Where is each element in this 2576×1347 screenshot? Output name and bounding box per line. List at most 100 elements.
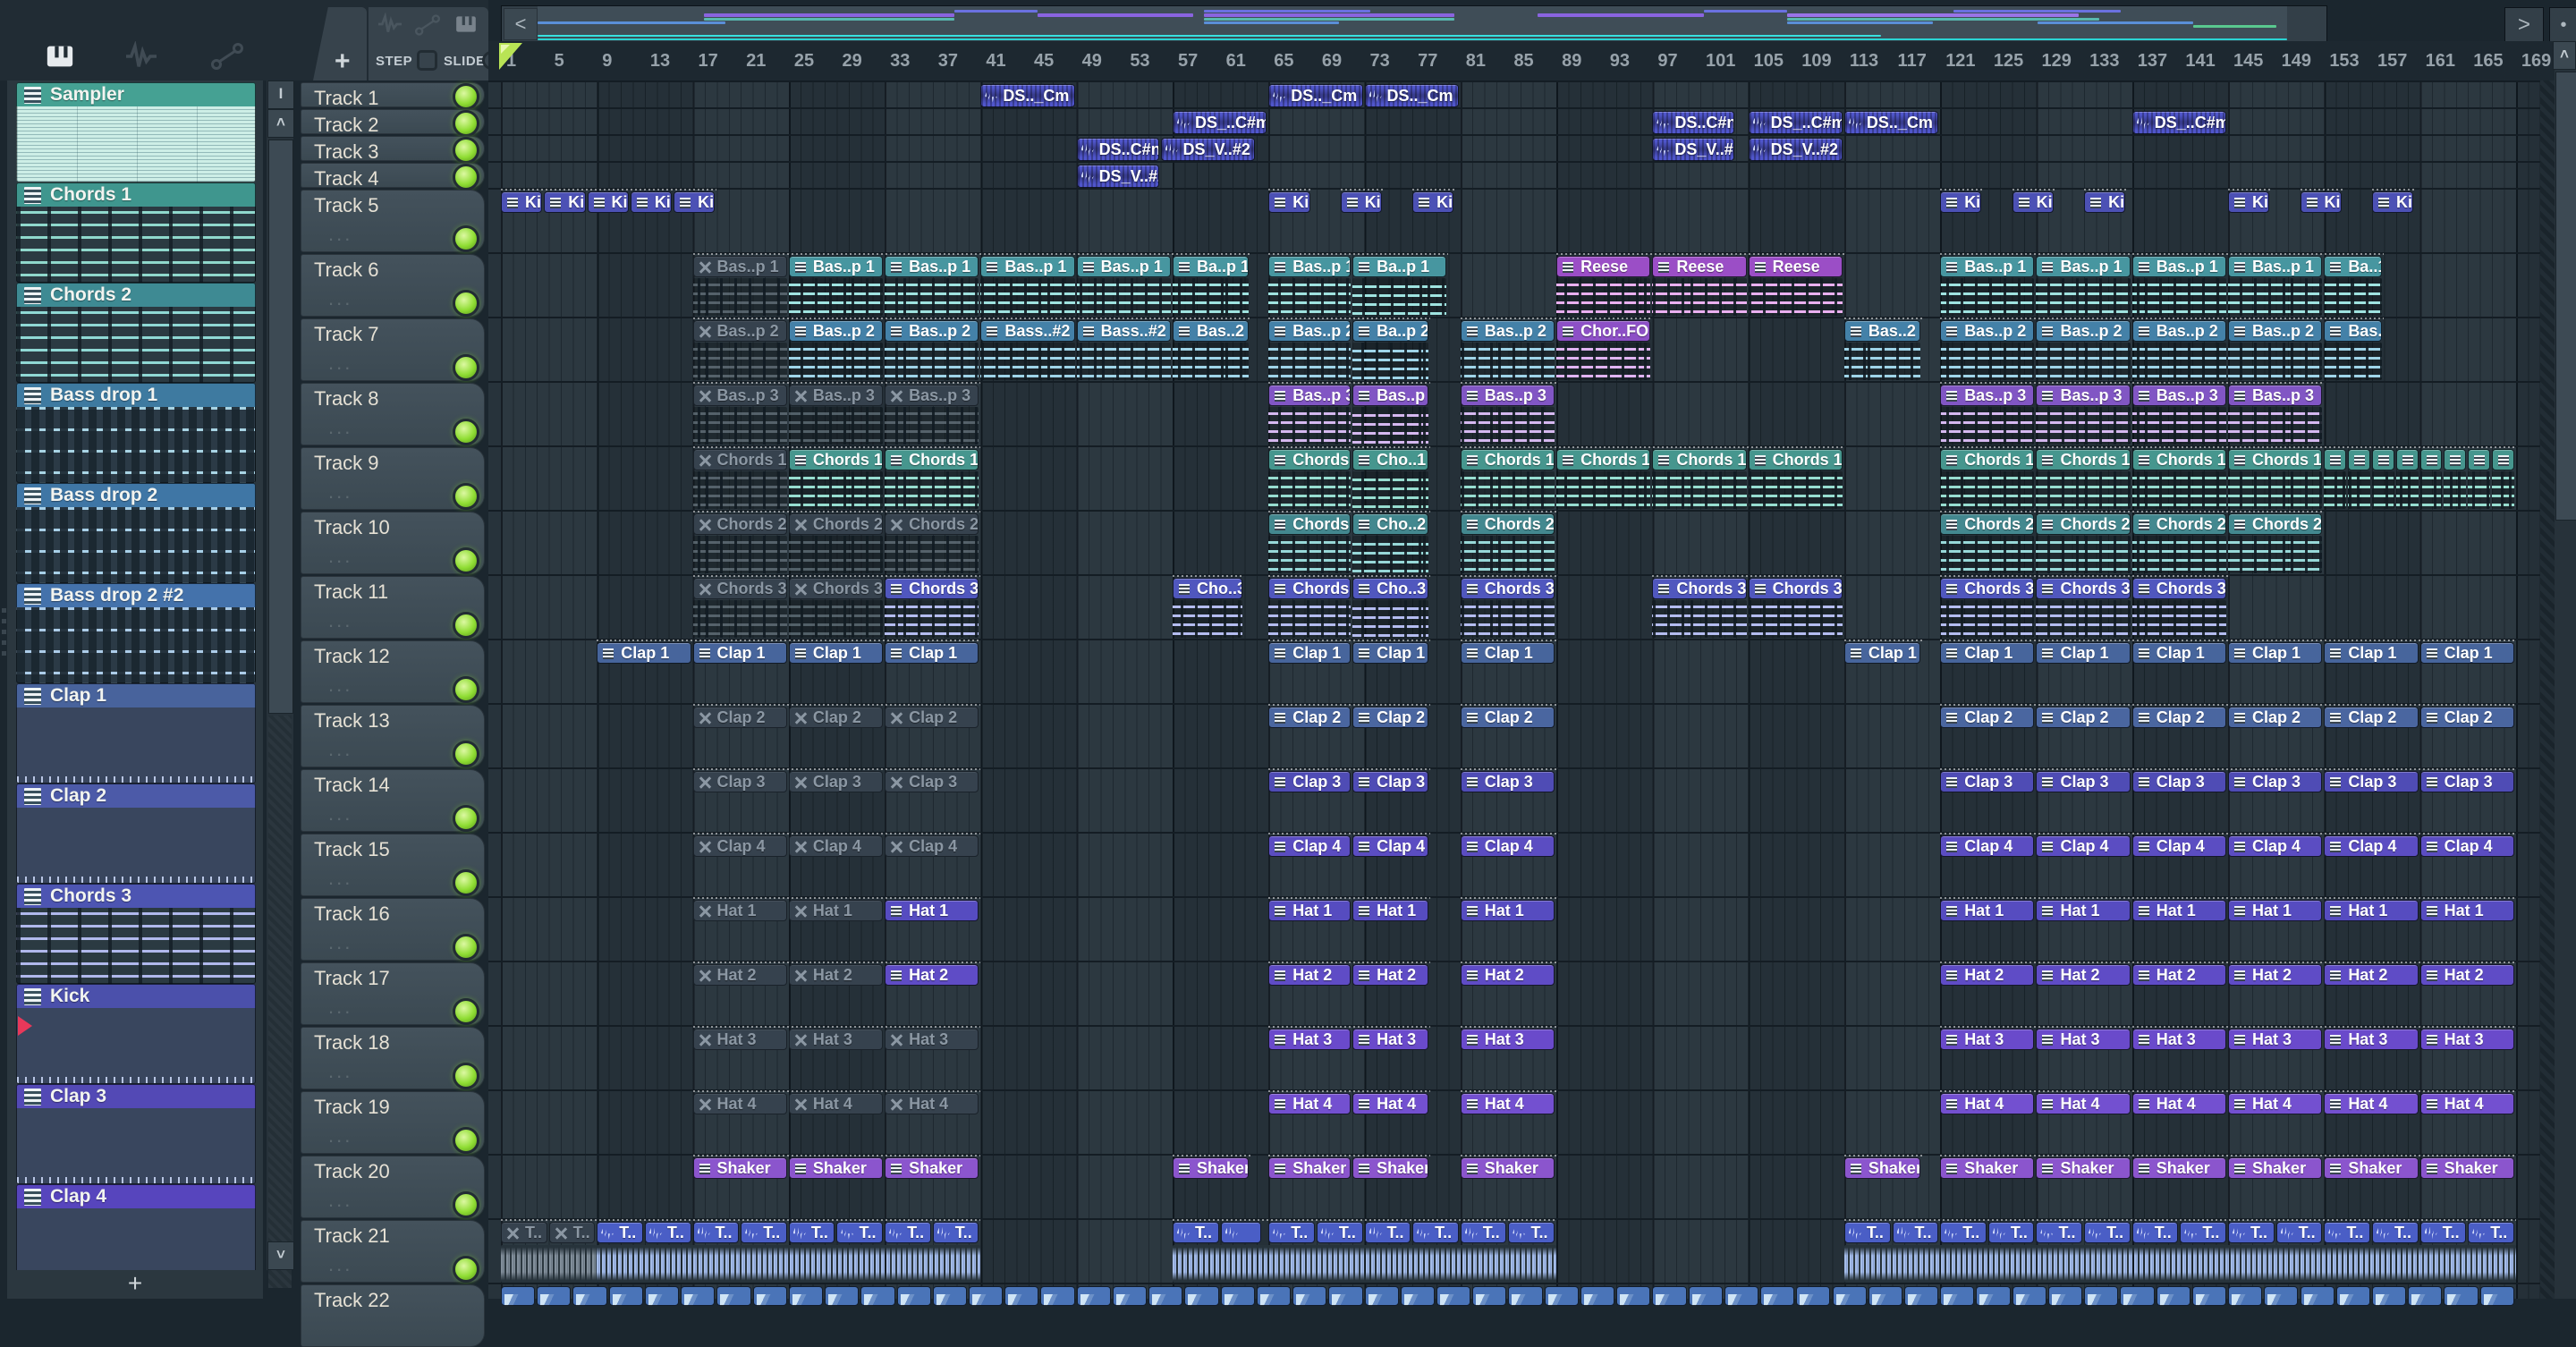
track-options-dots[interactable]: ... bbox=[328, 545, 352, 568]
muted-pattern-clip[interactable]: Clap 3 bbox=[692, 771, 787, 792]
pattern-clip[interactable]: Bas..p 2 bbox=[885, 320, 979, 342]
audio-clip[interactable]: T.. bbox=[2180, 1222, 2227, 1243]
audio-clip[interactable]: T.. bbox=[836, 1222, 884, 1243]
track-options-dots[interactable]: ... bbox=[328, 223, 352, 246]
pattern-clip[interactable]: Bas..p 2 bbox=[1940, 320, 2035, 342]
pattern-header[interactable]: Kick bbox=[16, 984, 256, 1008]
audio-clip[interactable]: DS_V..#2 bbox=[1748, 138, 1843, 161]
track-options-dots[interactable]: ... bbox=[328, 738, 352, 761]
pattern-clip[interactable]: Chords 3 bbox=[2131, 578, 2227, 599]
audio-clip[interactable] bbox=[1112, 1286, 1148, 1306]
pattern-clip[interactable]: Chords 1 bbox=[1556, 449, 1651, 470]
pattern-clip[interactable]: Hat 2 bbox=[1460, 964, 1555, 986]
pattern-clip[interactable]: Hat 2 bbox=[1940, 964, 2035, 986]
pattern-clip[interactable]: Clap 2 bbox=[1460, 707, 1555, 728]
audio-clip[interactable]: T.. bbox=[644, 1222, 691, 1243]
muted-pattern-clip[interactable]: Chords 3 bbox=[788, 578, 884, 599]
audio-clip[interactable] bbox=[860, 1286, 895, 1306]
track-options-dots[interactable]: ... bbox=[328, 995, 352, 1019]
pattern-clip[interactable]: Hat 3 bbox=[2419, 1029, 2514, 1050]
pattern-item-clap-1[interactable]: Clap 1 bbox=[16, 683, 256, 784]
pattern-clip[interactable]: Clap 2 bbox=[1268, 707, 1352, 728]
track-mute-led[interactable] bbox=[453, 612, 479, 639]
audio-clip[interactable] bbox=[1580, 1286, 1615, 1306]
audio-clip[interactable] bbox=[1220, 1222, 1261, 1243]
pattern-clip[interactable]: Clap 1 bbox=[1268, 642, 1352, 664]
audio-clip[interactable]: T.. bbox=[2084, 1222, 2131, 1243]
muted-pattern-clip[interactable]: Clap 4 bbox=[885, 835, 979, 857]
pattern-clip[interactable] bbox=[2395, 449, 2419, 470]
pattern-clip[interactable]: Bas..p 1 bbox=[1940, 256, 2035, 277]
muted-pattern-clip[interactable]: Bas..p 3 bbox=[788, 385, 884, 406]
audio-clip[interactable] bbox=[1760, 1286, 1795, 1306]
pattern-clip[interactable]: Clap 4 bbox=[2419, 835, 2514, 857]
audio-clip[interactable] bbox=[1472, 1286, 1507, 1306]
audio-clip[interactable] bbox=[1148, 1286, 1183, 1306]
audio-clip[interactable]: DS_..C#m bbox=[1748, 111, 1843, 134]
pattern-clip[interactable]: Clap 4 bbox=[1940, 835, 2035, 857]
pattern-clip[interactable]: Ba..p 1 bbox=[1352, 256, 1447, 277]
audio-clip[interactable]: T.. bbox=[1172, 1222, 1219, 1243]
pattern-clip[interactable]: Clap 4 bbox=[2036, 835, 2131, 857]
audio-clip[interactable]: DS.._Cm bbox=[1268, 84, 1363, 107]
audio-clip[interactable] bbox=[932, 1286, 967, 1306]
pattern-item-bass-drop-2-2[interactable]: Bass drop 2 #2 bbox=[16, 583, 256, 683]
audio-clip[interactable] bbox=[2408, 1286, 2443, 1306]
pattern-clip[interactable]: Clap 3 bbox=[1460, 771, 1555, 792]
pattern-scrollbar[interactable]: I ˄ ˅ bbox=[267, 80, 294, 1288]
audio-clip[interactable] bbox=[501, 1286, 536, 1306]
pattern-clip[interactable]: Chords 3 bbox=[1652, 578, 1747, 599]
pattern-clip[interactable]: Hat 1 bbox=[2036, 900, 2131, 921]
pattern-clip[interactable]: Clap 1 bbox=[2324, 642, 2419, 664]
muted-pattern-clip[interactable]: Clap 4 bbox=[788, 835, 884, 857]
pattern-item-chords-2[interactable]: Chords 2 bbox=[16, 283, 256, 383]
audio-clip[interactable]: T.. bbox=[932, 1222, 979, 1243]
audio-clip[interactable]: T.. bbox=[741, 1222, 787, 1243]
track-mute-led[interactable] bbox=[453, 110, 479, 137]
pattern-clip[interactable]: Clap 1 bbox=[1843, 642, 1921, 664]
muted-pattern-clip[interactable]: Chords 1 bbox=[692, 449, 787, 470]
pattern-clip[interactable]: Shaker bbox=[1940, 1157, 2035, 1179]
audio-clip[interactable] bbox=[1796, 1286, 1831, 1306]
pattern-clip[interactable]: Kick bbox=[587, 191, 629, 213]
audio-clip[interactable] bbox=[1040, 1286, 1075, 1306]
audio-clip[interactable] bbox=[2228, 1286, 2263, 1306]
audio-clip[interactable] bbox=[1724, 1286, 1759, 1306]
muted-pattern-clip[interactable]: Chords 2 bbox=[788, 513, 884, 535]
pattern-clip[interactable]: Chords 1 bbox=[788, 449, 884, 470]
audio-clip[interactable]: DS.._Cm bbox=[1364, 84, 1459, 107]
pattern-clip[interactable]: Hat 3 bbox=[1268, 1029, 1352, 1050]
track-mute-led[interactable] bbox=[453, 805, 479, 832]
pattern-clip[interactable] bbox=[2419, 449, 2443, 470]
audio-clip[interactable]: T.. bbox=[2275, 1222, 2323, 1243]
audio-clip[interactable] bbox=[1903, 1286, 1939, 1306]
pattern-clip[interactable]: Clap 4 bbox=[1268, 835, 1352, 857]
track-mute-led[interactable] bbox=[453, 354, 479, 381]
audio-clip[interactable] bbox=[1616, 1286, 1651, 1306]
audio-clip[interactable]: T.. bbox=[1892, 1222, 1939, 1243]
pattern-clip[interactable]: Bas..p 2 bbox=[788, 320, 884, 342]
track-mute-led[interactable] bbox=[453, 1127, 479, 1154]
audio-clip[interactable] bbox=[2047, 1286, 2083, 1306]
track-mute-led[interactable] bbox=[453, 934, 479, 961]
marker-button[interactable]: I bbox=[267, 80, 294, 109]
pattern-clip[interactable]: Bas..p 1 bbox=[2228, 256, 2323, 277]
track-mute-led[interactable] bbox=[453, 290, 479, 317]
pattern-clip[interactable]: Hat 2 bbox=[2131, 964, 2227, 986]
pattern-clip[interactable] bbox=[2348, 449, 2370, 470]
muted-pattern-clip[interactable]: Hat 4 bbox=[692, 1093, 787, 1114]
track-mute-led[interactable] bbox=[453, 225, 479, 252]
audio-clip[interactable]: DS_..C#m bbox=[2131, 111, 2227, 134]
track-options-dots[interactable]: ... bbox=[328, 802, 352, 826]
audio-clip[interactable] bbox=[2084, 1286, 2119, 1306]
pattern-clip[interactable]: Kick bbox=[2084, 191, 2126, 213]
track-options-dots[interactable]: ... bbox=[328, 1253, 352, 1276]
muted-audio-clip[interactable]: T.. bbox=[548, 1222, 596, 1243]
pattern-clip[interactable]: Chords 3 bbox=[2036, 578, 2131, 599]
pattern-clip[interactable]: Hat 4 bbox=[1940, 1093, 2035, 1114]
pattern-clip[interactable]: Hat 4 bbox=[2228, 1093, 2323, 1114]
audio-clip[interactable]: T.. bbox=[1843, 1222, 1891, 1243]
pattern-clip[interactable]: Hat 2 bbox=[2036, 964, 2131, 986]
pattern-clip[interactable]: Shaker bbox=[2419, 1157, 2514, 1179]
audio-clip[interactable] bbox=[1544, 1286, 1579, 1306]
